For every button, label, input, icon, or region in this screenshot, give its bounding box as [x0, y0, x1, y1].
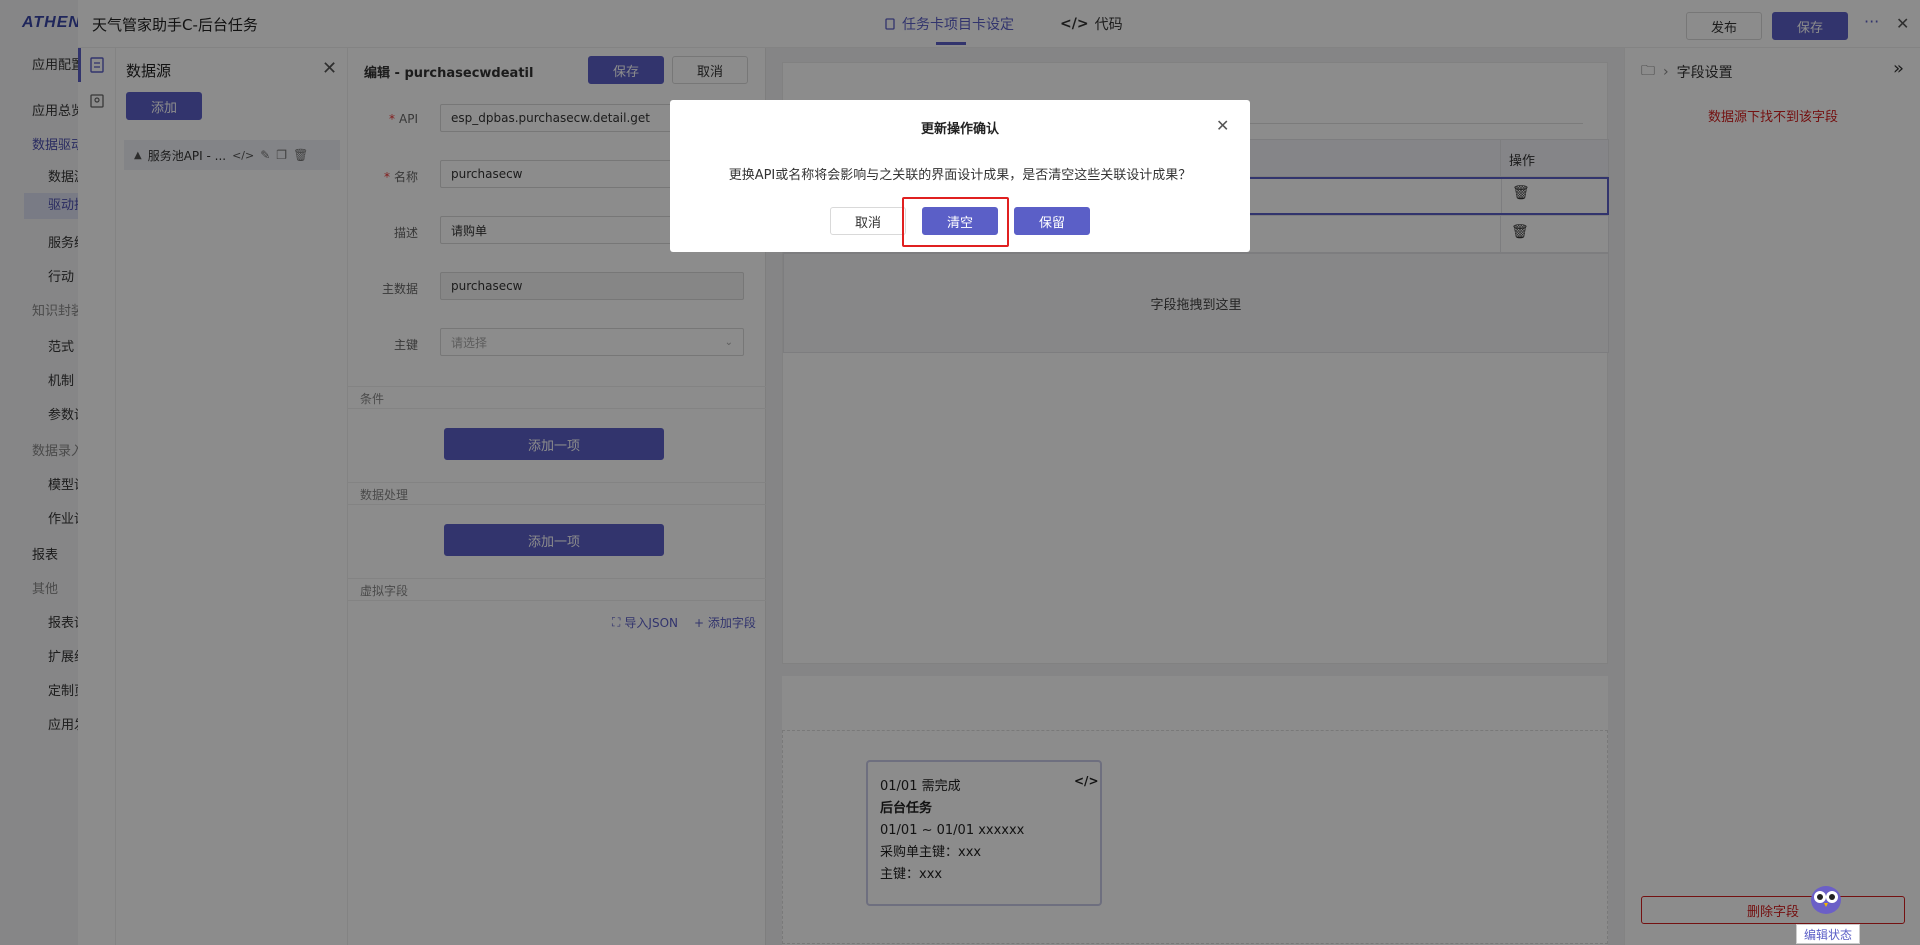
edit-status-badge[interactable]: 编辑状态	[1796, 924, 1860, 944]
dialog-message: 更换API或名称将会影响与之关联的界面设计成果，是否清空这些关联设计成果？	[728, 168, 1192, 183]
dialog-cancel-button[interactable]: 取消	[830, 207, 906, 235]
owl-assistant-icon[interactable]	[1808, 880, 1844, 916]
dialog-title: 更新操作确认	[920, 122, 999, 137]
close-icon[interactable]: ✕	[1216, 116, 1229, 135]
dialog-keep-button[interactable]: 保留	[1014, 207, 1090, 235]
highlight-box	[902, 197, 1009, 247]
